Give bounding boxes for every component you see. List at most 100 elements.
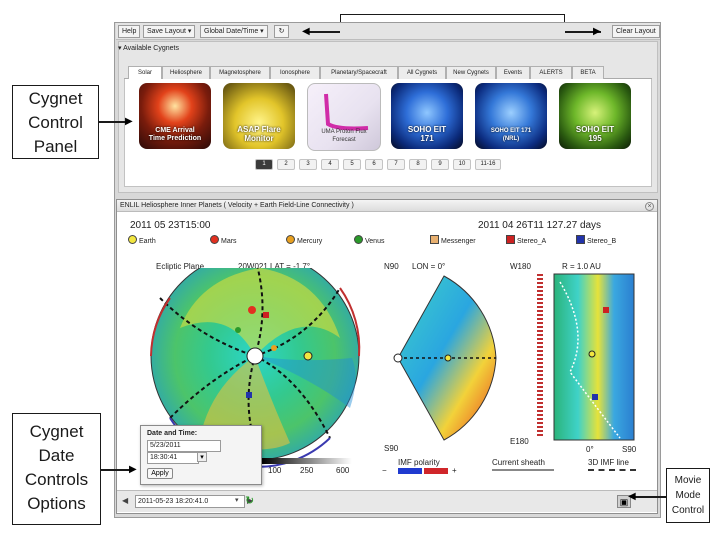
- chevron-down-icon: ▾: [200, 454, 204, 461]
- legend-swatch: [576, 235, 585, 244]
- cygnet-thumb-caption: SOHO EIT 171 (NRL): [490, 128, 532, 142]
- legend-stereo-a: Stereo_A: [506, 235, 546, 245]
- meridian-plane-plot[interactable]: [388, 272, 500, 444]
- legend-earth: Earth: [128, 235, 156, 245]
- legend-label: Messenger: [441, 238, 476, 245]
- apply-button[interactable]: Apply: [147, 468, 173, 479]
- planet-legend: Earth Mars Mercury Venus Messenger Stere…: [124, 234, 654, 246]
- page-button-5[interactable]: 5: [343, 159, 361, 170]
- current-sheath-label: Current sheath: [492, 458, 545, 467]
- cygnet-thumb-soho-eit-171[interactable]: SOHO EIT 171: [391, 83, 463, 149]
- page-button-11-16[interactable]: 11-16: [475, 159, 501, 170]
- cygnet-thumb-cme-arrival[interactable]: CME Arrival Time Prediction: [139, 83, 211, 149]
- cygnet-thumb-caption: ASAP Flare Monitor: [237, 125, 281, 143]
- page-button-8[interactable]: 8: [409, 159, 427, 170]
- clear-layout-button[interactable]: Clear Layout: [612, 25, 660, 38]
- refresh-button[interactable]: ↻: [274, 25, 289, 38]
- page-button-1[interactable]: 1: [255, 159, 273, 170]
- tab-events[interactable]: Events: [496, 66, 530, 79]
- global-date-time-label: Global Date/Time: [204, 28, 259, 35]
- legend-swatch: [506, 235, 515, 244]
- right-r-label: R = 1.0 AU: [562, 262, 601, 271]
- help-button[interactable]: Help: [118, 25, 141, 38]
- refresh-icon: ↻: [278, 28, 285, 35]
- chevron-down-icon: ▾: [260, 28, 264, 35]
- scale-value-250: 250: [300, 466, 314, 475]
- legend-messenger: Messenger: [430, 235, 476, 245]
- cygnet-thumb-uma-proton[interactable]: UMA Proton Flux Forecast: [307, 83, 381, 151]
- arrowhead-left-icon: ◀: [302, 26, 310, 37]
- refresh-icon[interactable]: ↻: [245, 494, 254, 507]
- page-button-7[interactable]: 7: [387, 159, 405, 170]
- save-layout-label: Save Layout: [147, 28, 186, 35]
- legend-swatch: [354, 235, 363, 244]
- chevron-down-icon: ▾: [187, 28, 192, 35]
- date-time-title: Date and Time:: [147, 430, 198, 437]
- timestamp-left: 2011 05 23T15:00: [130, 220, 211, 231]
- imf-line-label: 3D IMF line: [588, 458, 629, 467]
- legend-swatch: [210, 235, 219, 244]
- cygnet-thumb-soho-eit-195[interactable]: SOHO EIT 195: [559, 83, 631, 149]
- scale-value-100: 100: [268, 466, 282, 475]
- legend-label: Venus: [365, 238, 385, 245]
- callout-movie-mode-control: Movie Mode Control: [666, 468, 710, 523]
- date-time-input[interactable]: 2011-05-23 18:20:41.0: [135, 495, 245, 508]
- page-button-4[interactable]: 4: [321, 159, 339, 170]
- velocity-scale-bar: [262, 458, 352, 464]
- cygnet-thumb-caption: UMA Proton Flux Forecast: [321, 129, 367, 143]
- cygnet-window-title-text: ENLIL Heliosphere Inner Planets ( Veloci…: [120, 202, 354, 209]
- page-button-6[interactable]: 6: [365, 159, 383, 170]
- tab-magnetosphere[interactable]: Magnetosphere: [210, 66, 270, 79]
- legend-stereo-b: Stereo_B: [576, 235, 616, 245]
- global-date-time-button[interactable]: Global Date/Time ▾: [200, 25, 268, 38]
- right-s90-label: S90: [622, 445, 637, 454]
- close-icon[interactable]: ×: [645, 202, 654, 211]
- tab-alerts[interactable]: ALERTS: [530, 66, 572, 79]
- tab-ionosphere[interactable]: Ionosphere: [270, 66, 320, 79]
- tab-beta[interactable]: BETA: [572, 66, 604, 79]
- stereo-a-marker: [263, 312, 269, 318]
- meridian-lon-label: LON = 0°: [412, 262, 446, 271]
- legend-label: Stereo_B: [587, 238, 617, 245]
- right-e180-label: E180: [510, 437, 529, 446]
- film-icon: ▣: [619, 497, 629, 507]
- stereo-b-marker: [246, 392, 252, 398]
- timestamp-right: 2011 04 26T11 127.27 days: [478, 220, 602, 231]
- arrowhead-right-icon: ▶: [593, 26, 601, 37]
- page-button-3[interactable]: 3: [299, 159, 317, 170]
- legend-label: Mars: [221, 238, 237, 245]
- imf-polarity-minus: −: [382, 466, 387, 475]
- available-cygnets-title: Available Cygnets: [123, 45, 179, 52]
- page-button-9[interactable]: 9: [431, 159, 449, 170]
- date-input[interactable]: 5/23/2011: [147, 440, 221, 452]
- arrow-to-movie-mode: [632, 496, 666, 498]
- tab-planetary-spacecraft[interactable]: Planetary/Spacecraft: [320, 66, 398, 79]
- meridian-n90-label: N90: [384, 262, 399, 271]
- callout-cygnet-date-controls: Cygnet Date Controls Options: [12, 413, 101, 525]
- latitude-longitude-plot[interactable]: [530, 272, 640, 442]
- available-cygnets-header[interactable]: ▾ Available Cygnets: [118, 43, 656, 55]
- cygnet-tabs: Solar Heliosphere Magnetosphere Ionosphe…: [124, 66, 652, 80]
- save-layout-button[interactable]: Save Layout ▾: [143, 25, 196, 38]
- imf-negative-swatch: [398, 468, 422, 474]
- cygnet-thumb-soho-eit-171-nrl[interactable]: SOHO EIT 171 (NRL): [475, 83, 547, 149]
- imf-positive-swatch: [424, 468, 448, 474]
- time-dropdown-button[interactable]: ▾: [197, 452, 207, 462]
- page-button-2[interactable]: 2: [277, 159, 295, 170]
- legend-swatch: [430, 235, 439, 244]
- step-back-icon[interactable]: ◀: [122, 496, 128, 505]
- earth-marker: [303, 351, 313, 361]
- cygnet-thumb-asap-flare[interactable]: ASAP Flare Monitor: [223, 83, 295, 149]
- tab-all-cygnets[interactable]: All Cygnets: [398, 66, 446, 79]
- sun-marker: [246, 347, 264, 365]
- arrowhead-left-icon: ◀: [628, 491, 636, 502]
- tab-heliosphere[interactable]: Heliosphere: [162, 66, 210, 79]
- cygnet-bottom-bar: ◀ 2011-05-23 18:20:41.0 ▾ ▶ ↻ ▣: [117, 490, 657, 512]
- tab-new-cygnets[interactable]: New Cygnets: [446, 66, 496, 79]
- date-dropdown-icon[interactable]: ▾: [235, 496, 239, 504]
- tab-solar[interactable]: Solar: [128, 66, 162, 80]
- page-button-10[interactable]: 10: [453, 159, 471, 170]
- time-input[interactable]: 18:30:41: [147, 452, 199, 464]
- meridian-s90-label: S90: [384, 444, 399, 453]
- arrowhead-right-icon: ▶: [125, 116, 133, 127]
